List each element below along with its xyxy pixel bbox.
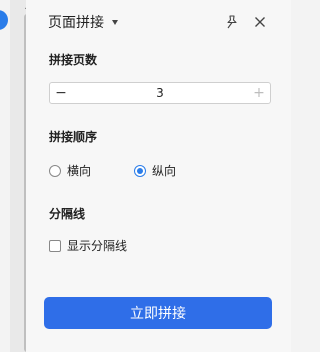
pin-icon — [227, 15, 237, 29]
close-button[interactable] — [251, 13, 269, 31]
merge-order-label: 拼接顺序 — [49, 130, 98, 144]
checkbox-label: 显示分隔线 — [67, 239, 128, 253]
order-horizontal-radio[interactable]: 横向 — [49, 162, 91, 179]
pages-count-label: 拼接页数 — [49, 53, 98, 67]
show-divider-checkbox[interactable]: 显示分隔线 — [49, 237, 127, 254]
left-strip — [0, 0, 10, 352]
merge-now-button[interactable]: 立即拼接 — [44, 297, 272, 329]
stepper-value[interactable]: 3 — [72, 86, 248, 100]
panel-header[interactable]: 页面拼接 — [48, 12, 118, 32]
order-vertical-radio[interactable]: 纵向 — [134, 162, 176, 179]
page-merge-panel: 页面拼接 拼接页数 − 3 + 拼接顺序 横向 纵向 分隔线 显示分隔线 立即拼… — [26, 0, 291, 352]
scrollbar[interactable] — [10, 0, 31, 352]
radio-unchecked-icon[interactable] — [49, 164, 61, 177]
radio-label: 横向 — [67, 164, 92, 178]
radio-label: 纵向 — [152, 164, 177, 178]
stepper-decrement-button[interactable]: − — [50, 83, 72, 103]
pin-button[interactable] — [223, 13, 241, 31]
close-icon — [255, 17, 265, 27]
panel-title[interactable]: 页面拼接 — [48, 12, 104, 32]
checkbox-icon[interactable] — [49, 239, 61, 252]
radio-checked-icon[interactable] — [134, 164, 146, 177]
pages-count-stepper[interactable]: − 3 + — [49, 82, 271, 104]
chevron-down-icon[interactable] — [112, 19, 118, 25]
stepper-increment-button[interactable]: + — [248, 83, 270, 103]
divider-label: 分隔线 — [49, 207, 86, 221]
avatar[interactable] — [0, 10, 8, 30]
